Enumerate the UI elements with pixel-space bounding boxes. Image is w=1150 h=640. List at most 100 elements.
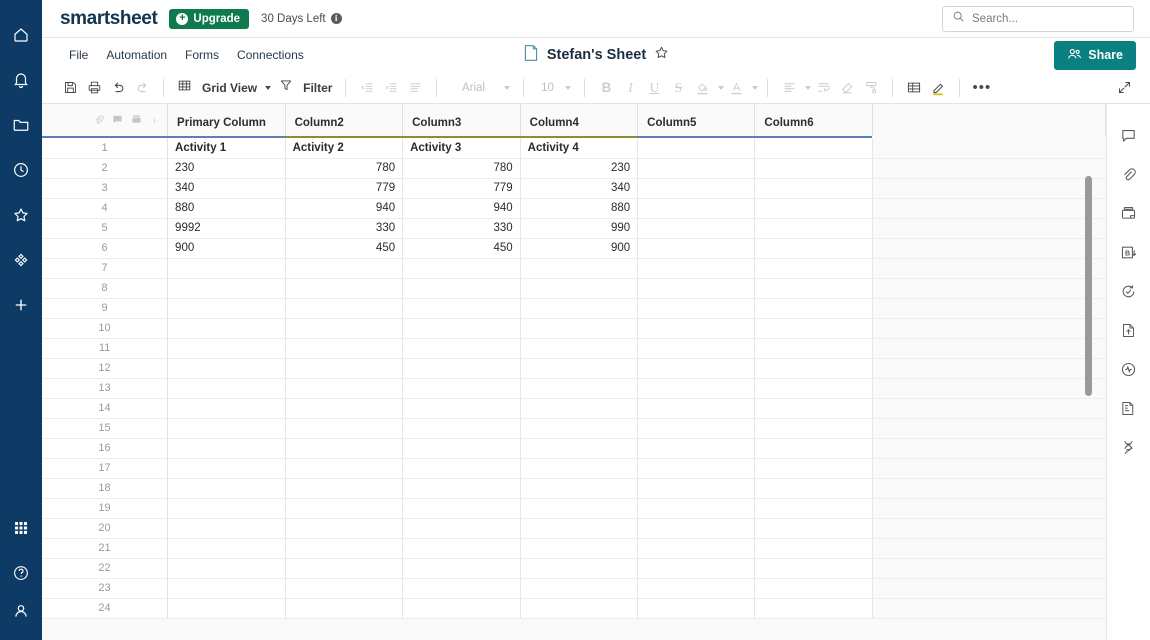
grid-cell[interactable]: 330 [402,218,521,239]
grid-cell[interactable] [285,518,404,539]
grid-cell[interactable] [637,438,756,459]
grid-cell[interactable]: Activity 4 [520,138,639,159]
grid-cell[interactable] [285,298,404,319]
grid-cell[interactable] [520,518,639,539]
fullscreen-expand-icon[interactable] [1112,76,1136,100]
more-options-button[interactable]: ••• [969,76,994,100]
grid-cell[interactable] [520,478,639,499]
table-row[interactable]: 1 Activity 1 Activity 2 Activity 3 Activity … [42,138,1106,159]
grid-cell[interactable] [402,418,521,439]
grid-cell[interactable] [754,538,873,559]
grid-cell[interactable] [167,578,286,599]
grid-cell[interactable] [285,358,404,379]
grid-cell[interactable] [167,458,286,479]
grid-scroll-container[interactable]: Primary Column Column2 Column3 Column4 C… [42,104,1106,640]
row-number-cell[interactable]: 23 [42,578,169,599]
menu-item-connections[interactable]: Connections [228,44,313,66]
grid-cell[interactable] [754,378,873,399]
table-row[interactable]: 22 [42,558,1106,579]
grid-cell[interactable] [754,338,873,359]
grid-cell[interactable]: 779 [402,178,521,199]
grid-cell[interactable] [167,318,286,339]
table-row[interactable]: 21 [42,538,1106,559]
grid-cell[interactable] [520,278,639,299]
grid-cell[interactable]: Activity 3 [402,138,521,159]
grid-cell[interactable]: 880 [167,198,286,219]
table-row[interactable]: 2 230 780 780 230 [42,158,1106,179]
account-user-icon[interactable] [0,595,42,640]
row-number-cell[interactable]: 5 [42,218,169,239]
grid-cell[interactable] [637,178,756,199]
row-number-cell[interactable]: 2 [42,158,169,179]
text-color-chevron-down-icon[interactable] [752,85,759,90]
grid-cell[interactable] [637,158,756,179]
grid-cell[interactable] [402,258,521,279]
attachment-column-icon[interactable] [93,112,104,130]
grid-cell[interactable] [520,558,639,579]
column-header-column6[interactable]: Column6 [754,104,873,136]
font-size-selector[interactable]: 10 [533,76,575,100]
grid-cell[interactable] [402,438,521,459]
grid-cell[interactable] [637,358,756,379]
grid-cell[interactable] [167,418,286,439]
text-color-icon[interactable] [724,76,748,100]
grid-cell[interactable] [167,278,286,299]
grid-cell[interactable] [520,458,639,479]
grid-cell[interactable]: 450 [402,238,521,259]
row-number-cell[interactable]: 17 [42,458,169,479]
grid-cell[interactable] [754,158,873,179]
table-row[interactable]: 18 [42,478,1106,499]
recents-clock-icon[interactable] [0,147,42,192]
grid-cell[interactable]: 230 [167,158,286,179]
grid-cell[interactable] [402,318,521,339]
grid-cell[interactable] [285,598,404,619]
publish-icon[interactable] [1107,311,1150,350]
dna-helix-icon[interactable] [1107,428,1150,467]
table-row[interactable]: 8 [42,278,1106,299]
row-info-icon[interactable] [150,112,159,130]
baseline-b-icon[interactable]: B [1107,233,1150,272]
grid-cell[interactable] [520,318,639,339]
grid-cell[interactable] [637,378,756,399]
grid-cell[interactable] [402,298,521,319]
grid-cell[interactable] [754,178,873,199]
grid-cell[interactable] [167,358,286,379]
grid-cell[interactable] [754,318,873,339]
grid-cell[interactable] [754,438,873,459]
grid-cell[interactable] [285,478,404,499]
grid-cell[interactable] [167,598,286,619]
apps-grid-icon[interactable] [0,505,42,550]
grid-cell[interactable] [285,418,404,439]
grid-cell[interactable] [402,498,521,519]
grid-cell[interactable] [520,598,639,619]
table-row[interactable]: 16 [42,438,1106,459]
vertical-scrollbar-track[interactable] [1085,138,1099,640]
grid-cell[interactable]: 900 [167,238,286,259]
table-row[interactable]: 17 [42,458,1106,479]
menu-item-automation[interactable]: Automation [97,44,176,66]
grid-cell[interactable] [637,298,756,319]
grid-cell[interactable] [285,378,404,399]
row-number-cell[interactable]: 13 [42,378,169,399]
grid-cell[interactable] [754,398,873,419]
grid-cell[interactable] [637,258,756,279]
fill-color-icon[interactable] [690,76,714,100]
bold-button[interactable]: B [594,76,618,100]
grid-cell[interactable] [167,258,286,279]
row-number-cell[interactable]: 1 [42,138,169,159]
column-header-column3[interactable]: Column3 [402,104,521,136]
table-row[interactable]: 4 880 940 940 880 [42,198,1106,219]
grid-cell[interactable] [637,498,756,519]
grid-cell[interactable] [754,458,873,479]
row-number-cell[interactable]: 15 [42,418,169,439]
row-number-cell[interactable]: 14 [42,398,169,419]
table-row[interactable]: 3 340 779 779 340 [42,178,1106,199]
grid-cell[interactable] [754,278,873,299]
comment-column-icon[interactable] [112,112,123,130]
grid-cell[interactable] [520,298,639,319]
filter-button[interactable]: Filter [275,76,336,100]
create-plus-icon[interactable] [0,282,42,327]
grid-cell[interactable] [402,598,521,619]
strikethrough-button[interactable]: S [666,76,690,100]
menu-item-file[interactable]: File [60,44,97,66]
